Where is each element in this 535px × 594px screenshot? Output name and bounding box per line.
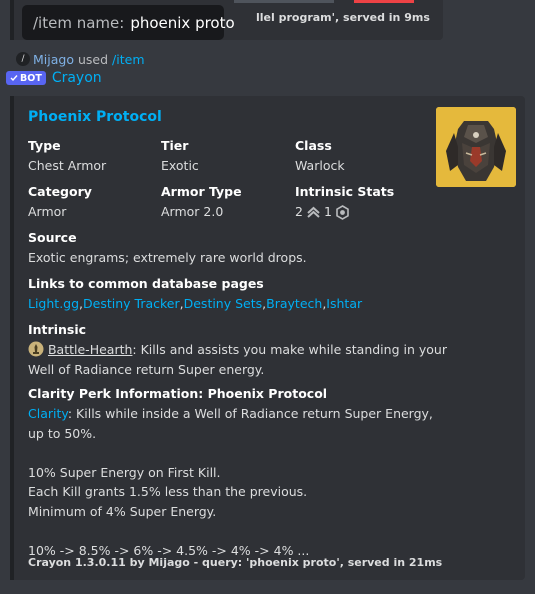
command-user[interactable]: Mijago [33, 52, 74, 67]
battle-hearth-icon [28, 341, 44, 357]
clarity-text-4: Each Kill grants 1.5% less than the prev… [28, 484, 308, 499]
field-armor-type: Armor Type Armor 2.0 [161, 182, 242, 222]
clarity-text-2: up to 50%. [28, 425, 97, 441]
field-clarity: Clarity Perk Information: Phoenix Protoc… [28, 384, 433, 560]
field-class: Class Warlock [295, 136, 345, 176]
clarity-text-3: 10% Super Energy on First Kill. [28, 464, 221, 480]
link-destiny-tracker[interactable]: Destiny Tracker [83, 294, 180, 314]
perk-name-battle-hearth[interactable]: Battle-Hearth [48, 342, 132, 357]
command-name[interactable]: /item [112, 52, 144, 67]
message-author: BOT Crayon [6, 69, 102, 87]
stat-value-mobility: 2 [295, 204, 303, 219]
link-lightgg[interactable]: Light.gg [28, 294, 79, 314]
field-intrinsic-stats: Intrinsic Stats 2 1 [295, 182, 394, 222]
field-source-label: Source [28, 230, 77, 245]
field-links: Links to common database pages Light.gg,… [28, 274, 362, 314]
chest-armor-icon[interactable] [436, 107, 516, 187]
previous-embed-bar [234, 0, 334, 3]
field-intrinsic-stats-label: Intrinsic Stats [295, 184, 395, 199]
field-links-label: Links to common database pages [28, 276, 264, 291]
intrinsic-stats-values: 2 1 [295, 202, 394, 222]
item-embed: Phoenix Protocol Type Chest Armor Tier E… [10, 96, 525, 580]
field-intrinsic: Intrinsic Battle-Hearth: Kills and assis… [28, 320, 447, 379]
author-name[interactable]: Crayon [52, 70, 102, 86]
field-type: Type Chest Armor [28, 136, 106, 176]
clarity-text-1: : Kills while inside a Well of Radiance … [67, 406, 433, 421]
check-icon [10, 75, 18, 82]
link-ishtar[interactable]: Ishtar [326, 294, 362, 314]
field-class-value: Warlock [295, 158, 345, 173]
bot-badge: BOT [6, 71, 46, 85]
links-list: Light.gg, Destiny Tracker, Destiny Sets,… [28, 294, 362, 314]
field-source-value: Exotic engrams; extremely rare world dro… [28, 250, 307, 265]
field-type-label: Type [28, 138, 61, 153]
field-type-value: Chest Armor [28, 158, 107, 173]
field-intrinsic-label: Intrinsic [28, 322, 87, 337]
field-tier-label: Tier [161, 138, 189, 153]
embed-footer: Crayon 1.3.0.11 by Mijago - query: 'phoe… [28, 556, 443, 569]
field-category-label: Category [28, 184, 92, 199]
clarity-link[interactable]: Clarity [28, 406, 68, 421]
bot-badge-label: BOT [20, 72, 42, 84]
previous-embed-footer: llel program', served in 9ms [256, 11, 430, 24]
previous-embed-bar-red [354, 0, 414, 3]
link-destiny-sets[interactable]: Destiny Sets [184, 294, 263, 314]
field-tier-value: Exotic [161, 158, 199, 173]
embed-title[interactable]: Phoenix Protocol [28, 109, 162, 125]
clarity-text-5: Minimum of 4% Super Energy. [28, 503, 217, 519]
tooltip-label: /item name: [33, 13, 125, 32]
intrinsic-line-2: Well of Radiance return Super energy. [28, 361, 265, 377]
field-class-label: Class [295, 138, 332, 153]
slash-icon: / [16, 52, 30, 66]
link-braytech[interactable]: Braytech [266, 294, 322, 314]
intrinsic-line-1: Battle-Hearth: Kills and assists you mak… [28, 341, 447, 357]
stat-value-recovery: 1 [323, 204, 332, 219]
field-armor-type-label: Armor Type [161, 184, 242, 199]
field-category: Category Armor [28, 182, 92, 222]
field-category-value: Armor [28, 204, 67, 219]
tooltip-value: phoenix proto [130, 13, 235, 32]
command-used-text: used [77, 51, 109, 67]
intrinsic-text-1: : Kills and assists you make while stand… [132, 342, 447, 357]
command-option-tooltip: /item name: phoenix proto [22, 5, 235, 40]
intrinsic-description: Battle-Hearth: Kills and assists you mak… [28, 340, 447, 379]
field-armor-type-value: Armor 2.0 [161, 204, 224, 219]
recovery-hex-icon [336, 204, 349, 220]
clarity-description: Clarity: Kills while inside a Well of Ra… [28, 404, 433, 560]
command-invocation: / Mijago used /item [16, 50, 145, 68]
mobility-chevron-icon [307, 206, 320, 218]
field-source: Source Exotic engrams; extremely rare wo… [28, 228, 307, 268]
field-tier: Tier Exotic [161, 136, 199, 176]
field-clarity-label: Clarity Perk Information: Phoenix Protoc… [28, 386, 328, 401]
